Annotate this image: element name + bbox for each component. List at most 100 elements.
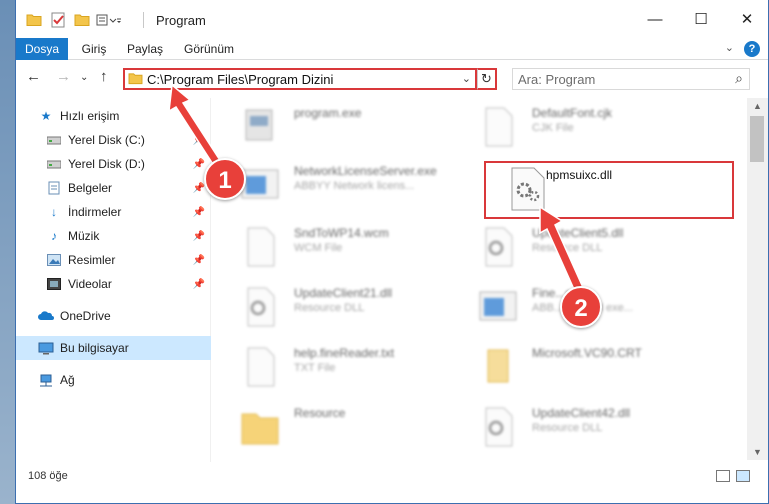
- dll-icon: [474, 402, 522, 450]
- sidebar-item-music[interactable]: ♪ Müzik 📌: [16, 224, 211, 248]
- expand-ribbon-icon[interactable]: ⌄: [725, 41, 734, 54]
- sidebar-item-videos[interactable]: Videolar 📌: [16, 272, 211, 296]
- search-box[interactable]: Ara: Program ⌕: [512, 68, 750, 90]
- file-name: SndToWP14.wcm: [294, 226, 389, 240]
- minimize-button[interactable]: —: [632, 0, 678, 38]
- folder-icon: [236, 402, 284, 450]
- sidebar-item-label: İndirmeler: [68, 205, 122, 219]
- tab-gorunum[interactable]: Görünüm: [178, 38, 240, 60]
- explorer-window: Program — ☐ ✕ Dosya Giriş Paylaş Görünüm…: [15, 0, 769, 504]
- file-name: DefaultFont.cjk: [532, 106, 613, 120]
- pin-icon[interactable]: 📌: [193, 279, 205, 290]
- file-name: Microsoft.VC90.CRT: [532, 346, 642, 360]
- scroll-down-icon[interactable]: ▼: [747, 444, 768, 460]
- file-type: CJK File: [532, 122, 574, 134]
- videos-icon: [46, 276, 62, 292]
- music-icon: ♪: [51, 229, 57, 243]
- callout-1: 1: [204, 158, 246, 200]
- file-name: help.fineReader.txt: [294, 346, 395, 360]
- details-view-icon[interactable]: [716, 470, 730, 482]
- search-icon: ⌕: [735, 70, 743, 86]
- help-icon[interactable]: ?: [744, 41, 760, 57]
- tab-giris[interactable]: Giriş: [74, 38, 114, 60]
- file-item[interactable]: UpdateClient21.dll Resource DLL: [236, 278, 466, 334]
- file-type: Resource DLL: [532, 422, 603, 434]
- forward-arrow-icon[interactable]: →: [56, 68, 71, 85]
- drive-icon: [46, 132, 62, 148]
- sidebar-item-pictures[interactable]: Resimler 📌: [16, 248, 211, 272]
- new-folder-icon[interactable]: [74, 11, 90, 29]
- sidebar-item-disk-d[interactable]: Yerel Disk (D:) 📌: [16, 152, 211, 176]
- file-name: Resource: [294, 406, 346, 420]
- sidebar-item-onedrive[interactable]: OneDrive: [16, 304, 211, 328]
- up-arrow-icon[interactable]: ↑: [100, 68, 108, 85]
- file-type: Resource DLL: [532, 242, 603, 254]
- file-item[interactable]: UpdateClient5.dll Resource DLL: [474, 218, 704, 274]
- sidebar-item-label: Hızlı erişim: [60, 109, 120, 123]
- file-name: UpdateClient5.dll: [532, 226, 624, 240]
- file-icon: [236, 222, 284, 270]
- quick-access-folder-icon[interactable]: [26, 11, 42, 29]
- pin-icon[interactable]: 📌: [193, 159, 205, 170]
- refresh-button[interactable]: ↻: [477, 68, 497, 90]
- sidebar-item-disk-c[interactable]: Yerel Disk (C:) 📌: [16, 128, 211, 152]
- close-button[interactable]: ✕: [724, 0, 769, 38]
- dll-icon: [474, 222, 522, 270]
- back-arrow-icon[interactable]: ←: [26, 68, 41, 85]
- sidebar-item-label: Yerel Disk (D:): [68, 157, 145, 171]
- large-icons-view-icon[interactable]: [736, 470, 750, 482]
- file-item[interactable]: Resource: [236, 398, 466, 454]
- exe-icon: [236, 102, 284, 150]
- star-icon: ★: [40, 109, 52, 123]
- recent-locations-icon[interactable]: ⌄: [80, 72, 88, 83]
- address-bar[interactable]: C:\Program Files\Program Dizini ⌄: [123, 68, 477, 90]
- tab-dosya[interactable]: Dosya: [16, 38, 68, 60]
- maximize-button[interactable]: ☐: [678, 0, 724, 38]
- sidebar-item-quick-access[interactable]: ★ Hızlı erişim: [16, 104, 211, 128]
- sidebar-item-documents[interactable]: Belgeler 📌: [16, 176, 211, 200]
- customize-toolbar-icon[interactable]: [96, 11, 122, 29]
- scroll-thumb[interactable]: [750, 116, 764, 162]
- sidebar-item-label: Videolar: [68, 277, 112, 291]
- file-item[interactable]: DefaultFont.cjk CJK File: [474, 98, 704, 154]
- sidebar-item-label: Müzik: [68, 229, 100, 243]
- file-item[interactable]: UpdateClient42.dll Resource DLL: [474, 398, 704, 454]
- pin-icon[interactable]: 📌: [193, 207, 205, 218]
- file-item[interactable]: NetworkLicenseServer.exe ABBYY Network l…: [236, 156, 466, 212]
- item-count: 108 öğe: [28, 470, 68, 482]
- chevron-down-icon[interactable]: ⌄: [462, 72, 471, 85]
- title-separator: [143, 12, 144, 28]
- title-bar: Program — ☐ ✕: [16, 0, 768, 38]
- search-placeholder: Ara: Program: [518, 72, 596, 87]
- sidebar-item-network[interactable]: Ağ: [16, 368, 211, 392]
- sidebar-item-downloads[interactable]: ↓ İndirmeler 📌: [16, 200, 211, 224]
- scroll-up-icon[interactable]: ▲: [747, 98, 768, 114]
- properties-icon[interactable]: [50, 11, 66, 29]
- sidebar-item-label: Resimler: [68, 253, 116, 267]
- window-title: Program: [156, 13, 206, 28]
- pin-icon[interactable]: 📌: [193, 231, 205, 242]
- file-item[interactable]: SndToWP14.wcm WCM File: [236, 218, 466, 274]
- vertical-scrollbar[interactable]: ▲ ▼: [747, 98, 768, 460]
- pin-icon[interactable]: 📌: [193, 255, 205, 266]
- file-name: program.exe: [294, 106, 362, 120]
- sidebar-item-label: Bu bilgisayar: [60, 341, 129, 355]
- dll-icon: [236, 282, 284, 330]
- file-type: Resource DLL: [294, 302, 365, 314]
- file-highlight-box: [484, 161, 734, 219]
- file-name: UpdateClient42.dll: [532, 406, 631, 420]
- tab-paylas[interactable]: Paylaş: [120, 38, 170, 60]
- sidebar-item-this-pc[interactable]: Bu bilgisayar: [16, 336, 211, 360]
- folder-icon: [474, 342, 522, 390]
- pin-icon[interactable]: 📌: [193, 183, 205, 194]
- folder-icon: [128, 72, 143, 88]
- navigation-bar: ← → ⌄ ↑ C:\Program Files\Program Dizini …: [16, 60, 768, 98]
- file-item[interactable]: help.fineReader.txt TXT File: [236, 338, 466, 394]
- file-item[interactable]: Microsoft.VC90.CRT: [474, 338, 704, 394]
- pin-icon[interactable]: 📌: [193, 135, 205, 146]
- file-icon: [474, 102, 522, 150]
- navigation-pane: ★ Hızlı erişim Yerel Disk (C:) 📌 Yerel D…: [16, 98, 211, 468]
- file-item[interactable]: program.exe: [236, 98, 466, 154]
- computer-icon: [38, 340, 54, 356]
- file-name: UpdateClient21.dll: [294, 286, 393, 300]
